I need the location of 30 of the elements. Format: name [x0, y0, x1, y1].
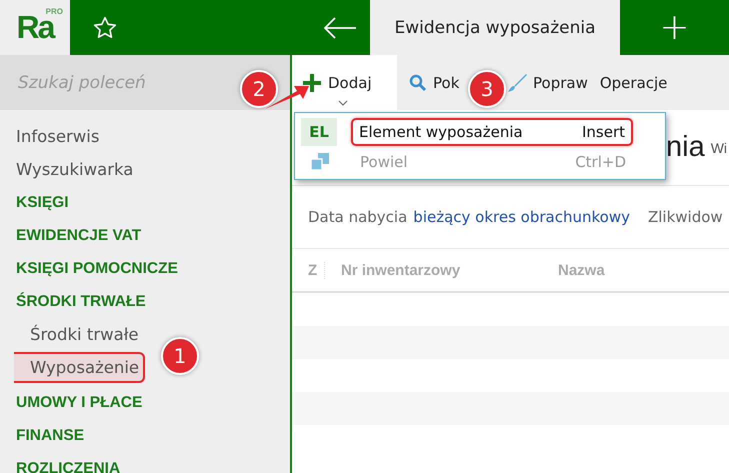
- filter-link[interactable]: bieżący okres obrachunkowy: [413, 208, 630, 226]
- title-note: Wi: [710, 140, 728, 156]
- tab[interactable]: Ewidencja wyposażenia: [370, 0, 620, 55]
- operations-button[interactable]: Operacje: [596, 55, 676, 110]
- back-arrow-icon[interactable]: [323, 16, 357, 38]
- show-button[interactable]: Pok: [401, 55, 467, 110]
- plus-icon: [302, 72, 322, 92]
- sidebar-item[interactable]: Infoserwis: [0, 120, 100, 153]
- sidebar-item[interactable]: EWIDENCJE VAT: [0, 219, 142, 252]
- page-title: nia: [666, 131, 705, 164]
- search-field[interactable]: Szukaj poleceń: [16, 72, 220, 94]
- brush-icon: [507, 72, 527, 92]
- sidebar-item[interactable]: KSIĘGI POMOCNICZE: [0, 252, 178, 285]
- add-button[interactable]: Dodaj: [292, 55, 397, 110]
- sidebar-item[interactable]: FINANSE: [0, 419, 84, 452]
- sidebar-item[interactable]: KSIĘGI: [0, 186, 69, 219]
- search-icon: [409, 74, 427, 92]
- filter-label: Zlikwidow: [648, 208, 723, 226]
- new-tab-button[interactable]: +: [620, 0, 729, 55]
- sidebar-item[interactable]: Wyszukiwarka: [0, 153, 134, 186]
- sidebar-item[interactable]: Wyposażenie: [14, 352, 146, 383]
- sidebar-item[interactable]: Środki trwałe: [0, 318, 143, 351]
- edit-button[interactable]: Popraw: [507, 55, 596, 110]
- copy-icon: [309, 152, 331, 172]
- filter-label: Data nabycia: [308, 208, 408, 226]
- caret-icon: [338, 100, 348, 106]
- sidebar-item[interactable]: UMOWY I PŁACE: [0, 386, 142, 419]
- sidebar-item[interactable]: ŚRODKI TRWAŁE: [0, 285, 146, 318]
- star-icon[interactable]: [92, 14, 118, 40]
- sidebar-item[interactable]: ROZLICZENIA: [0, 452, 120, 473]
